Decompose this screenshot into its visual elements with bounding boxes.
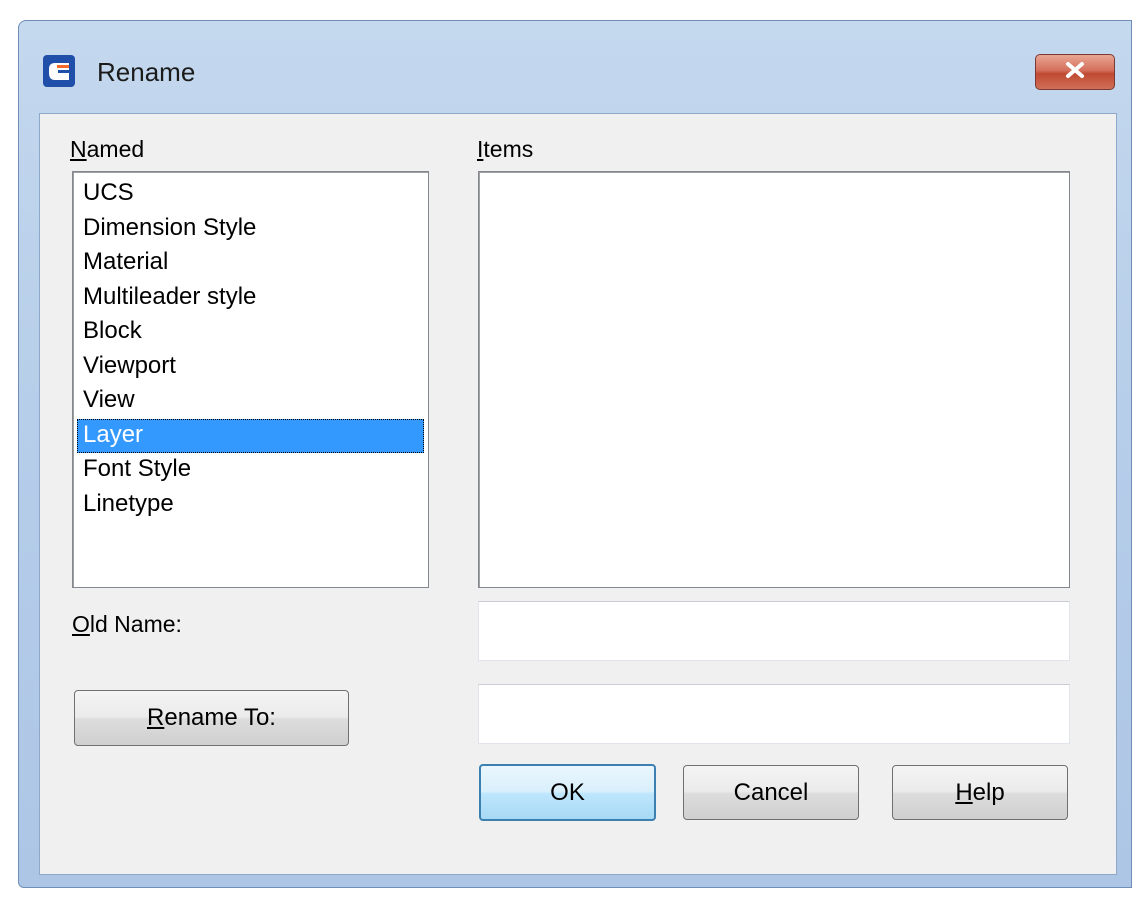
rename-to-button[interactable]: Rename To: [74, 690, 349, 746]
named-list-item[interactable]: Viewport [77, 350, 424, 384]
named-label: Named [70, 136, 145, 162]
named-list-item[interactable]: Linetype [77, 488, 424, 522]
ok-button[interactable]: OK [479, 764, 656, 821]
named-listbox[interactable]: UCS Dimension Style Material Multileader st… [72, 171, 429, 588]
named-list-item[interactable]: Font Style [77, 453, 424, 487]
named-list-item[interactable]: Block [77, 315, 424, 349]
rename-dialog: Rename Named UCS Dimension Style Material M… [18, 20, 1132, 888]
app-logo-icon [43, 55, 75, 87]
items-listbox[interactable] [478, 171, 1070, 588]
help-button[interactable]: Help [892, 765, 1068, 820]
cancel-button[interactable]: Cancel [683, 765, 859, 820]
named-list-item[interactable]: Material [77, 246, 424, 280]
old-name-label: Old Name: [72, 611, 182, 637]
title-bar[interactable]: Rename [19, 21, 1131, 97]
dialog-body: Named UCS Dimension Style Material Multilea… [39, 113, 1117, 875]
window-title: Rename [97, 57, 196, 87]
named-list-item[interactable]: Multileader style [77, 281, 424, 315]
named-list-item[interactable]: View [77, 384, 424, 418]
screen: Rename Named UCS Dimension Style Material M… [0, 0, 1132, 899]
named-list-item[interactable]: UCS [77, 177, 424, 211]
close-button[interactable] [1035, 54, 1115, 90]
rename-to-field[interactable] [478, 684, 1070, 744]
old-name-field[interactable] [478, 601, 1070, 661]
named-list-item[interactable]: Layer [77, 418, 424, 453]
close-icon [1064, 61, 1086, 84]
named-list-item[interactable]: Dimension Style [77, 212, 424, 246]
items-label: Items [477, 136, 534, 162]
